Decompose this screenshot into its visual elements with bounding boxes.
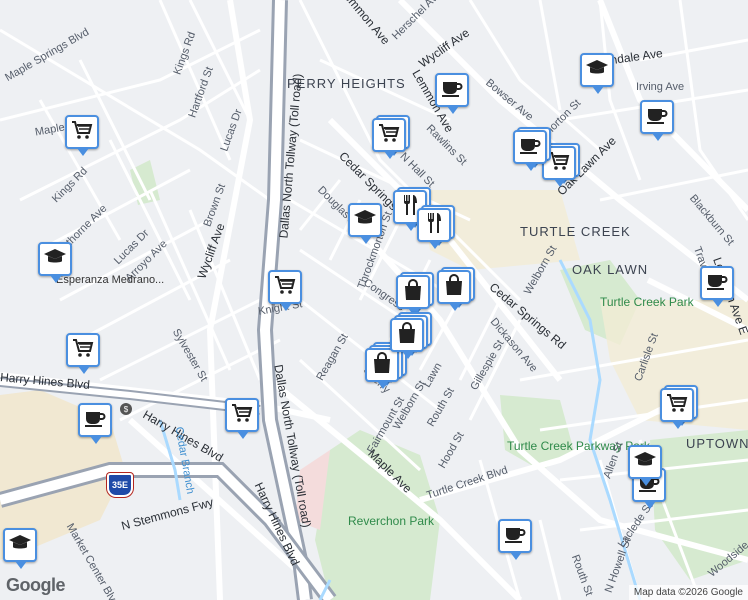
poi-marker-shopping-bag[interactable] [365, 348, 399, 389]
street-label: Irving Ave [636, 81, 685, 93]
park-label-turtle-creek: Turtle Creek Park [600, 295, 694, 309]
area-label-uptown: UPTOWN [686, 436, 748, 451]
poi-marker-graduation-cap[interactable] [3, 528, 37, 569]
poi-marker-shopping-cart[interactable] [66, 333, 100, 374]
park-label-reverchon: Reverchon Park [348, 514, 435, 528]
poi-marker-shopping-cart[interactable] [372, 118, 406, 159]
shopping-bag-icon [370, 351, 394, 380]
graduation-cap-icon [353, 206, 377, 235]
poi-marker-shopping-cart[interactable] [268, 270, 302, 311]
coffee-cup-icon [705, 269, 729, 298]
graduation-cap-icon [585, 56, 609, 85]
graduation-cap-icon [43, 245, 67, 274]
coffee-cup-icon [440, 76, 464, 105]
poi-marker-shopping-bag[interactable] [437, 270, 471, 311]
coffee-cup-icon [83, 406, 107, 435]
toll-icon: $ [120, 403, 132, 415]
poi-marker-coffee-cup[interactable] [700, 266, 734, 307]
poi-marker-shopping-cart[interactable] [660, 388, 694, 429]
park-label-turtle-creek-parkway: Turtle Creek Parkway Park [507, 439, 650, 453]
shopping-cart-icon [377, 121, 401, 150]
poi-marker-fork-knife[interactable] [417, 208, 451, 249]
poi-marker-shopping-bag[interactable] [390, 318, 424, 359]
poi-marker-coffee-cup[interactable] [513, 130, 547, 171]
graduation-cap-icon [633, 448, 657, 477]
poi-marker-shopping-cart[interactable] [65, 115, 99, 156]
shopping-cart-icon [71, 336, 95, 365]
poi-marker-shopping-cart[interactable] [225, 398, 259, 439]
coffee-cup-icon [503, 522, 527, 551]
area-label-oak-lawn: OAK LAWN [572, 262, 649, 277]
poi-marker-coffee-cup[interactable] [435, 73, 469, 114]
poi-marker-coffee-cup[interactable] [498, 519, 532, 560]
poi-marker-graduation-cap[interactable] [580, 53, 614, 94]
coffee-cup-icon [645, 103, 669, 132]
shopping-bag-icon [401, 278, 425, 307]
area-label-turtle-creek: TURTLE CREEK [520, 224, 631, 239]
coffee-cup-icon [518, 133, 542, 162]
graduation-cap-icon [8, 531, 32, 560]
shopping-bag-icon [442, 273, 466, 302]
shopping-cart-icon [273, 273, 297, 302]
poi-marker-graduation-cap[interactable] [348, 203, 382, 244]
poi-marker-graduation-cap[interactable] [38, 242, 72, 283]
poi-marker-coffee-cup[interactable] [640, 100, 674, 141]
fork-knife-icon [422, 211, 446, 240]
map-data-credit[interactable]: Map data ©2026 Google [628, 585, 748, 600]
shopping-bag-icon [395, 321, 419, 350]
shopping-cart-icon [70, 118, 94, 147]
poi-marker-coffee-cup[interactable] [78, 403, 112, 444]
shopping-cart-icon [665, 391, 689, 420]
poi-marker-graduation-cap[interactable] [628, 445, 662, 486]
poi-label: Esperanza Medrano... [56, 274, 165, 286]
map-canvas[interactable]: PERRY HEIGHTS TURTLE CREEK OAK LAWN UPTO… [0, 0, 748, 600]
shopping-cart-icon [230, 401, 254, 430]
poi-marker-shopping-bag[interactable] [396, 275, 430, 316]
interstate-35e-shield: 35E [107, 473, 133, 497]
area-label-perry-heights: PERRY HEIGHTS [287, 76, 406, 91]
google-logo: Google [6, 575, 66, 595]
